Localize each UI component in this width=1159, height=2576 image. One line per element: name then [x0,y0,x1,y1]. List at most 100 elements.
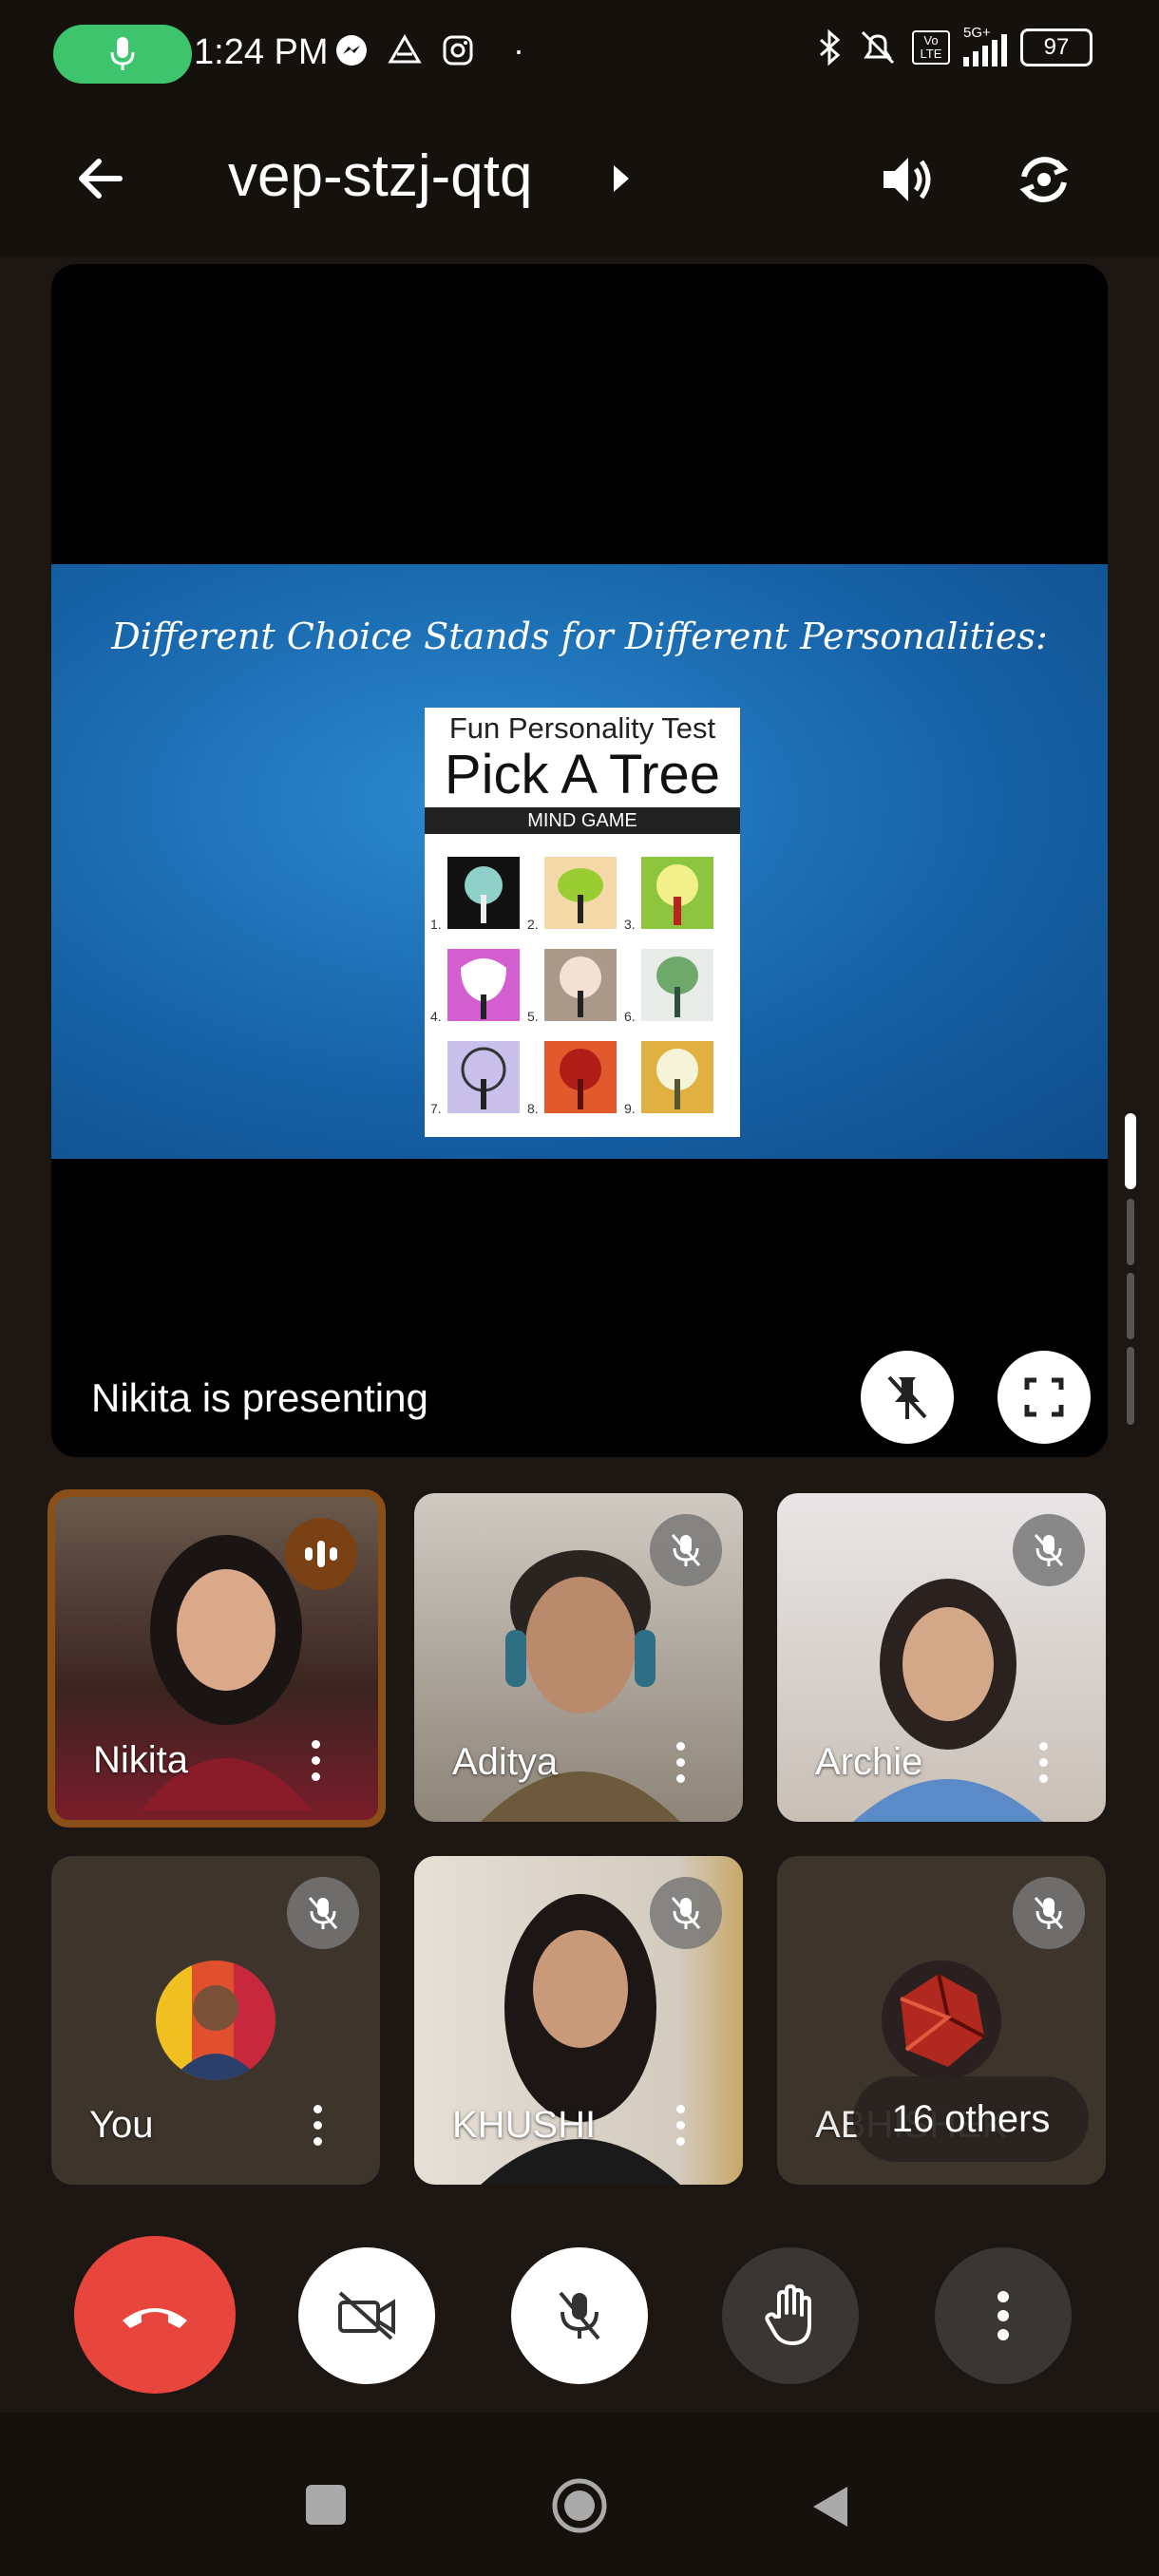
muted-badge [1013,1514,1085,1586]
tree-number: 6. [624,1009,636,1024]
triangle-back-icon [813,2487,847,2527]
mic-off-icon [559,2291,600,2340]
back-button[interactable] [72,150,129,212]
tree-option-2 [544,857,617,929]
tree-grid: 1. 2. 3. 4. 5. 6. 7. 8. 9. [425,841,740,1135]
battery-level: 97 [1043,34,1070,60]
avatar [156,1960,276,2080]
meeting-details-chevron[interactable] [610,161,633,200]
tree-option-3 [641,857,713,929]
bluetooth-icon [820,28,841,66]
mic-icon [110,37,135,70]
scroll-track-segment [1127,1199,1134,1265]
participant-name: KHUSHI [452,2104,597,2146]
camera-toggle-button[interactable] [298,2247,435,2384]
participant-tile[interactable]: Aditya [414,1493,743,1822]
mic-off-icon [671,1534,701,1566]
mic-off-icon [308,1897,338,1929]
drive-icon [388,33,422,64]
fullscreen-button[interactable] [998,1351,1091,1444]
home-icon [552,2478,607,2533]
poster-subtitle: Fun Personality Test [448,711,716,745]
switch-camera-icon [1019,157,1069,202]
meeting-header [0,104,1159,256]
instagram-icon [443,35,473,66]
home-button[interactable] [551,2477,608,2539]
muted-badge [650,1514,722,1586]
volte-icon: Vo LTE [912,30,950,65]
avatar-image [171,1985,260,2080]
more-notifications-dot: · [513,30,524,69]
scroll-indicator[interactable] [1125,1113,1136,1189]
system-icons: Vo LTE 5G+ 97 [815,25,1092,66]
tree-option-9 [641,1041,713,1113]
avatar [882,1960,1001,2080]
caret-right-icon [614,165,629,192]
mic-off-icon [1034,1897,1064,1929]
participant-options-button[interactable] [676,2105,686,2149]
hang-up-icon [123,2308,187,2328]
status-time: 1:24 PM [194,32,329,72]
participant-name: You [89,2104,154,2146]
arrow-left-icon [79,159,123,199]
tree-option-7 [447,1041,520,1113]
mic-active-indicator[interactable] [53,25,192,84]
participant-tile[interactable]: KHUSHI [414,1856,743,2185]
network-type: 5G+ [963,25,991,41]
tree-number: 9. [624,1101,636,1116]
avatar-image [900,1973,985,2067]
tree-option-8 [544,1041,617,1113]
muted-badge [1013,1877,1085,1949]
speaker-icon [884,158,931,201]
slide-heading: Different Choice Stands for Different Pe… [111,616,1048,657]
tree-number: 5. [527,1009,539,1024]
camera-off-icon [338,2291,395,2340]
participant-name: Nikita [93,1739,189,1781]
microphone-toggle-button[interactable] [511,2247,648,2384]
notification-icons: · [334,30,524,70]
muted-badge [287,1877,359,1949]
participant-tile[interactable]: Archie [777,1493,1106,1822]
participant-options-button[interactable] [314,2105,323,2149]
back-nav-button[interactable] [809,2483,851,2535]
participant-options-button[interactable] [1039,1742,1049,1786]
messenger-icon [336,35,367,66]
muted-bell-icon [861,30,895,65]
poster-title: Pick A Tree [444,744,721,805]
raise-hand-icon [765,2284,811,2345]
others-button[interactable]: 16 others [853,2076,1089,2162]
mic-off-icon [1034,1534,1064,1566]
raise-hand-button[interactable] [722,2247,859,2384]
leave-call-button[interactable] [74,2236,236,2394]
participant-name: Archie [815,1741,923,1783]
battery-indicator: 97 [1020,28,1092,66]
tree-option-4 [447,949,520,1021]
tree-option-6 [641,949,713,1021]
tree-number: 7. [430,1101,442,1116]
recents-button[interactable] [306,2485,346,2525]
participant-options-button[interactable] [676,1742,686,1786]
participant-tile[interactable]: Nikita [48,1489,386,1828]
tree-number: 4. [430,1009,442,1024]
tree-number: 3. [624,917,636,932]
fullscreen-icon [1024,1377,1064,1417]
audio-output-button[interactable] [876,148,939,216]
more-vert-icon [998,2291,1009,2340]
unpin-button[interactable] [861,1351,954,1444]
presenter-status: Nikita is presenting [91,1375,428,1420]
mic-off-icon [671,1897,701,1929]
tree-option-5 [544,949,617,1021]
meeting-code[interactable]: vep-stzj-qtq [228,142,532,210]
tree-option-1 [447,857,520,929]
scroll-track-segment [1127,1273,1134,1339]
participant-name: Aditya [452,1741,559,1783]
participant-tile[interactable]: You [51,1856,380,2185]
signal-icon: 5G+ [963,25,1007,66]
tree-number: 1. [430,917,442,932]
participant-options-button[interactable] [312,1740,321,1784]
switch-camera-button[interactable] [1013,148,1075,216]
unpin-icon [887,1375,927,1419]
speaking-indicator [285,1518,357,1590]
tree-number: 2. [527,917,539,932]
more-options-button[interactable] [935,2247,1072,2384]
